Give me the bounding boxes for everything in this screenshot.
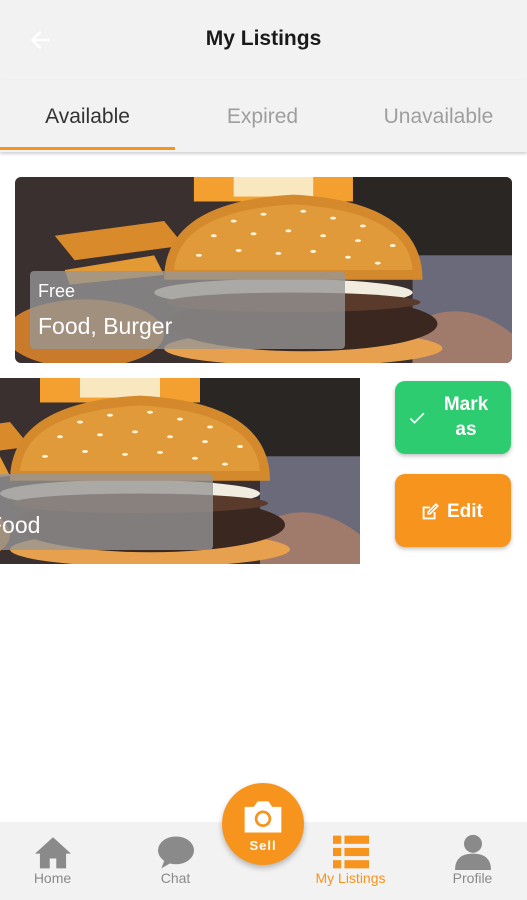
tab-unavailable[interactable]: Unavailable — [350, 80, 527, 152]
listing-overlay: Free Food, Burger — [30, 271, 345, 349]
app-bar: My Listings — [0, 0, 527, 80]
page-title: My Listings — [205, 27, 322, 50]
nav-profile[interactable]: Profile — [420, 822, 525, 900]
camera-icon — [244, 801, 282, 833]
mark-label-line2: as — [455, 419, 477, 440]
listing-card-swiped[interactable]: Food — [0, 378, 380, 564]
listing-card[interactable]: Free Food, Burger — [15, 177, 512, 363]
nav-home[interactable]: Home — [0, 822, 105, 900]
home-icon — [35, 837, 71, 869]
profile-icon — [455, 834, 491, 870]
listing-overlay: Food — [0, 474, 213, 550]
listing-tabs: Available Expired Unavailable — [0, 80, 527, 152]
nav-my-listings[interactable]: My Listings — [298, 822, 403, 900]
nav-my-listings-label: My Listings — [315, 870, 386, 886]
nav-profile-label: Profile — [452, 870, 493, 886]
mark-label-line1: Mark — [443, 394, 489, 415]
listing-name: Food — [0, 512, 41, 538]
mark-as-button[interactable]: Mark as — [395, 381, 511, 454]
sell-label: Sell — [249, 838, 277, 853]
tab-available[interactable]: Available — [0, 80, 175, 152]
edit-icon — [422, 503, 439, 520]
tab-expired[interactable]: Expired — [175, 80, 350, 152]
active-tab-indicator — [0, 147, 175, 150]
nav-home-label: Home — [33, 870, 72, 886]
sell-button[interactable]: Sell — [222, 783, 304, 865]
nav-chat-label: Chat — [160, 870, 191, 886]
edit-button[interactable]: Edit — [395, 474, 511, 547]
listing-price: Free — [38, 281, 76, 301]
chat-icon — [158, 836, 194, 869]
list-icon — [333, 835, 369, 869]
nav-chat[interactable]: Chat — [123, 822, 228, 900]
edit-label: Edit — [447, 501, 483, 522]
check-icon — [409, 412, 425, 424]
listing-name: Food, Burger — [38, 313, 173, 339]
